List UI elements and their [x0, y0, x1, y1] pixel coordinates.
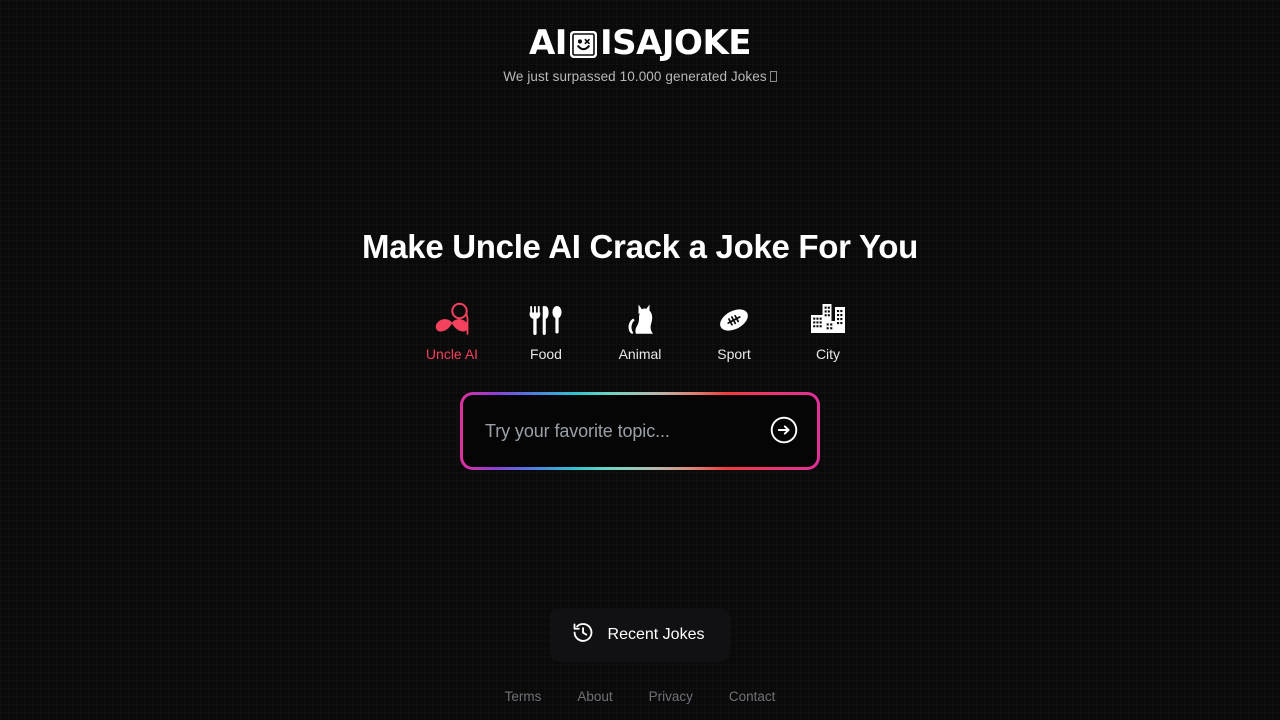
main-content: Make Uncle AI Crack a Joke For You Uncle… [0, 0, 1280, 720]
buildings-icon [807, 300, 849, 340]
football-icon [713, 300, 755, 340]
arrow-right-circle-icon [770, 416, 798, 447]
category-animal[interactable]: Animal [607, 300, 673, 363]
category-label: Food [530, 346, 562, 362]
page-title: Make Uncle AI Crack a Joke For You [362, 228, 918, 265]
search-input[interactable] [485, 420, 761, 442]
mustache-monocle-icon [431, 300, 473, 340]
category-label: Sport [717, 346, 751, 362]
category-uncle-ai[interactable]: Uncle AI [419, 300, 485, 363]
category-label: City [815, 346, 841, 362]
search-box [463, 395, 817, 467]
footer: Terms About Privacy Contact [0, 689, 1280, 704]
recent-jokes-button[interactable]: Recent Jokes [549, 608, 731, 662]
search-submit-button[interactable] [769, 416, 799, 446]
footer-link-terms[interactable]: Terms [505, 689, 542, 704]
search-bar [460, 392, 820, 470]
category-food[interactable]: Food [513, 300, 579, 363]
footer-link-privacy[interactable]: Privacy [649, 689, 693, 704]
footer-link-contact[interactable]: Contact [729, 689, 776, 704]
cat-icon [619, 300, 661, 340]
category-city[interactable]: City [795, 300, 861, 363]
footer-link-about[interactable]: About [577, 689, 612, 704]
category-label: Animal [618, 346, 662, 362]
category-label: Uncle AI [425, 346, 479, 362]
category-selector: Uncle AI Food Animal Sport City [0, 300, 1280, 363]
history-clock-icon [572, 621, 595, 649]
recent-jokes-label: Recent Jokes [607, 626, 705, 643]
fork-knife-spoon-icon [525, 300, 567, 340]
category-sport[interactable]: Sport [701, 300, 767, 363]
